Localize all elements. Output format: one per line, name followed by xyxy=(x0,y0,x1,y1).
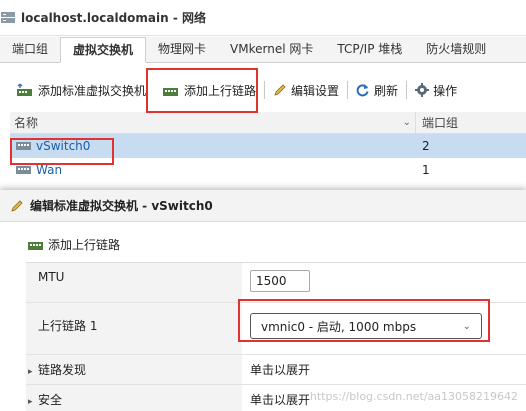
column-header-portgroups[interactable]: 端口组 xyxy=(416,112,526,133)
uplink-icon xyxy=(163,88,179,96)
add-uplink-button[interactable]: 添加上行链路 xyxy=(158,78,260,102)
actions-button[interactable]: 操作 xyxy=(411,78,461,102)
uplink-icon xyxy=(28,241,43,250)
host-icon xyxy=(1,11,15,23)
edit-switch-dialog: 编辑标准虚拟交换机 - vSwitch0 添加上行链路 MTU 上行链路 1 v… xyxy=(0,190,526,411)
mtu-row: MTU xyxy=(26,263,526,303)
switch-name-link[interactable]: Wan xyxy=(36,158,62,182)
dialog-title-bar: 编辑标准虚拟交换机 - vSwitch0 xyxy=(0,190,526,222)
table-row[interactable]: vSwitch0 2 xyxy=(10,134,526,158)
add-standard-switch-label: 添加标准虚拟交换机 xyxy=(38,83,147,98)
tab-firewall-rules[interactable]: 防火墙规则 xyxy=(414,37,498,63)
window-title: localhost.localdomain - 网络 xyxy=(21,11,207,25)
mtu-label: MTU xyxy=(26,263,242,302)
column-header-name[interactable]: 名称 ⌄ xyxy=(10,112,416,133)
table-row[interactable]: Wan 1 xyxy=(10,158,526,182)
link-discovery-row[interactable]: ▸ 链路发现 单击以展开 xyxy=(26,355,526,385)
edit-settings-button[interactable]: 编辑设置 xyxy=(269,78,343,102)
tab-virtual-switches[interactable]: 虚拟交换机 xyxy=(60,37,147,63)
add-standard-switch-button[interactable]: 添加标准虚拟交换机 xyxy=(12,78,150,102)
mtu-input[interactable] xyxy=(250,270,310,292)
switch-table: 名称 ⌄ 端口组 vSwitch0 2 Wan 1 xyxy=(10,112,526,182)
edit-settings-label: 编辑设置 xyxy=(291,83,340,98)
add-uplink-label: 添加上行链路 xyxy=(184,83,257,98)
toolbar-divider xyxy=(406,81,408,99)
dialog-add-uplink-label: 添加上行链路 xyxy=(48,238,121,252)
actions-label: 操作 xyxy=(433,83,458,98)
switch-add-icon xyxy=(17,83,32,96)
link-discovery-value[interactable]: 单击以展开 xyxy=(242,355,526,384)
toolbar-divider xyxy=(347,81,349,99)
switch-icon xyxy=(16,166,31,174)
link-discovery-label: 链路发现 xyxy=(38,363,87,377)
security-label: 安全 xyxy=(38,393,63,407)
uplink-select[interactable]: vmnic0 - 启动, 1000 mbps ⌄ xyxy=(250,313,482,339)
tab-vmkernel-nics[interactable]: VMkernel 网卡 xyxy=(218,37,325,63)
gear-icon xyxy=(415,83,430,97)
uplink-row: 上行链路 1 vmnic0 - 启动, 1000 mbps ⌄ xyxy=(26,303,526,355)
uplink-select-value: vmnic0 - 启动, 1000 mbps xyxy=(261,319,417,334)
expand-caret-icon[interactable]: ▸ xyxy=(28,387,38,411)
toolbar: 添加标准虚拟交换机 添加上行链路 编辑设置 刷新 操作 xyxy=(0,72,526,108)
expand-caret-icon[interactable]: ▸ xyxy=(28,357,38,387)
refresh-icon xyxy=(356,84,369,97)
chevron-down-icon[interactable]: ⌄ xyxy=(403,112,411,133)
portgroup-count: 1 xyxy=(422,163,430,177)
pencil-icon xyxy=(274,84,286,96)
tab-bar: 端口组 虚拟交换机 物理网卡 VMkernel 网卡 TCP/IP 堆栈 防火墙… xyxy=(0,37,526,63)
chevron-down-icon: ⌄ xyxy=(462,320,471,332)
tab-tcpip-stacks[interactable]: TCP/IP 堆栈 xyxy=(325,37,414,63)
refresh-button[interactable]: 刷新 xyxy=(352,78,402,102)
refresh-label: 刷新 xyxy=(374,83,399,98)
uplink-label: 上行链路 1 xyxy=(26,303,242,354)
switch-icon xyxy=(16,142,31,150)
tab-physical-nics[interactable]: 物理网卡 xyxy=(146,37,218,63)
dialog-add-uplink-button[interactable]: 添加上行链路 xyxy=(28,236,120,253)
switch-name-link[interactable]: vSwitch0 xyxy=(36,134,90,158)
switch-settings-form: MTU 上行链路 1 vmnic0 - 启动, 1000 mbps ⌄ ▸链路发… xyxy=(26,262,526,411)
toolbar-divider xyxy=(264,81,266,99)
portgroup-count: 2 xyxy=(422,139,430,153)
tab-port-groups[interactable]: 端口组 xyxy=(0,37,60,63)
pencil-icon xyxy=(11,199,23,212)
table-header: 名称 ⌄ 端口组 xyxy=(10,112,526,134)
watermark: https://blog.csdn.net/aa13058219642 xyxy=(309,390,518,403)
dialog-title: 编辑标准虚拟交换机 - vSwitch0 xyxy=(30,199,213,213)
window-titlebar: localhost.localdomain - 网络 xyxy=(0,0,526,36)
